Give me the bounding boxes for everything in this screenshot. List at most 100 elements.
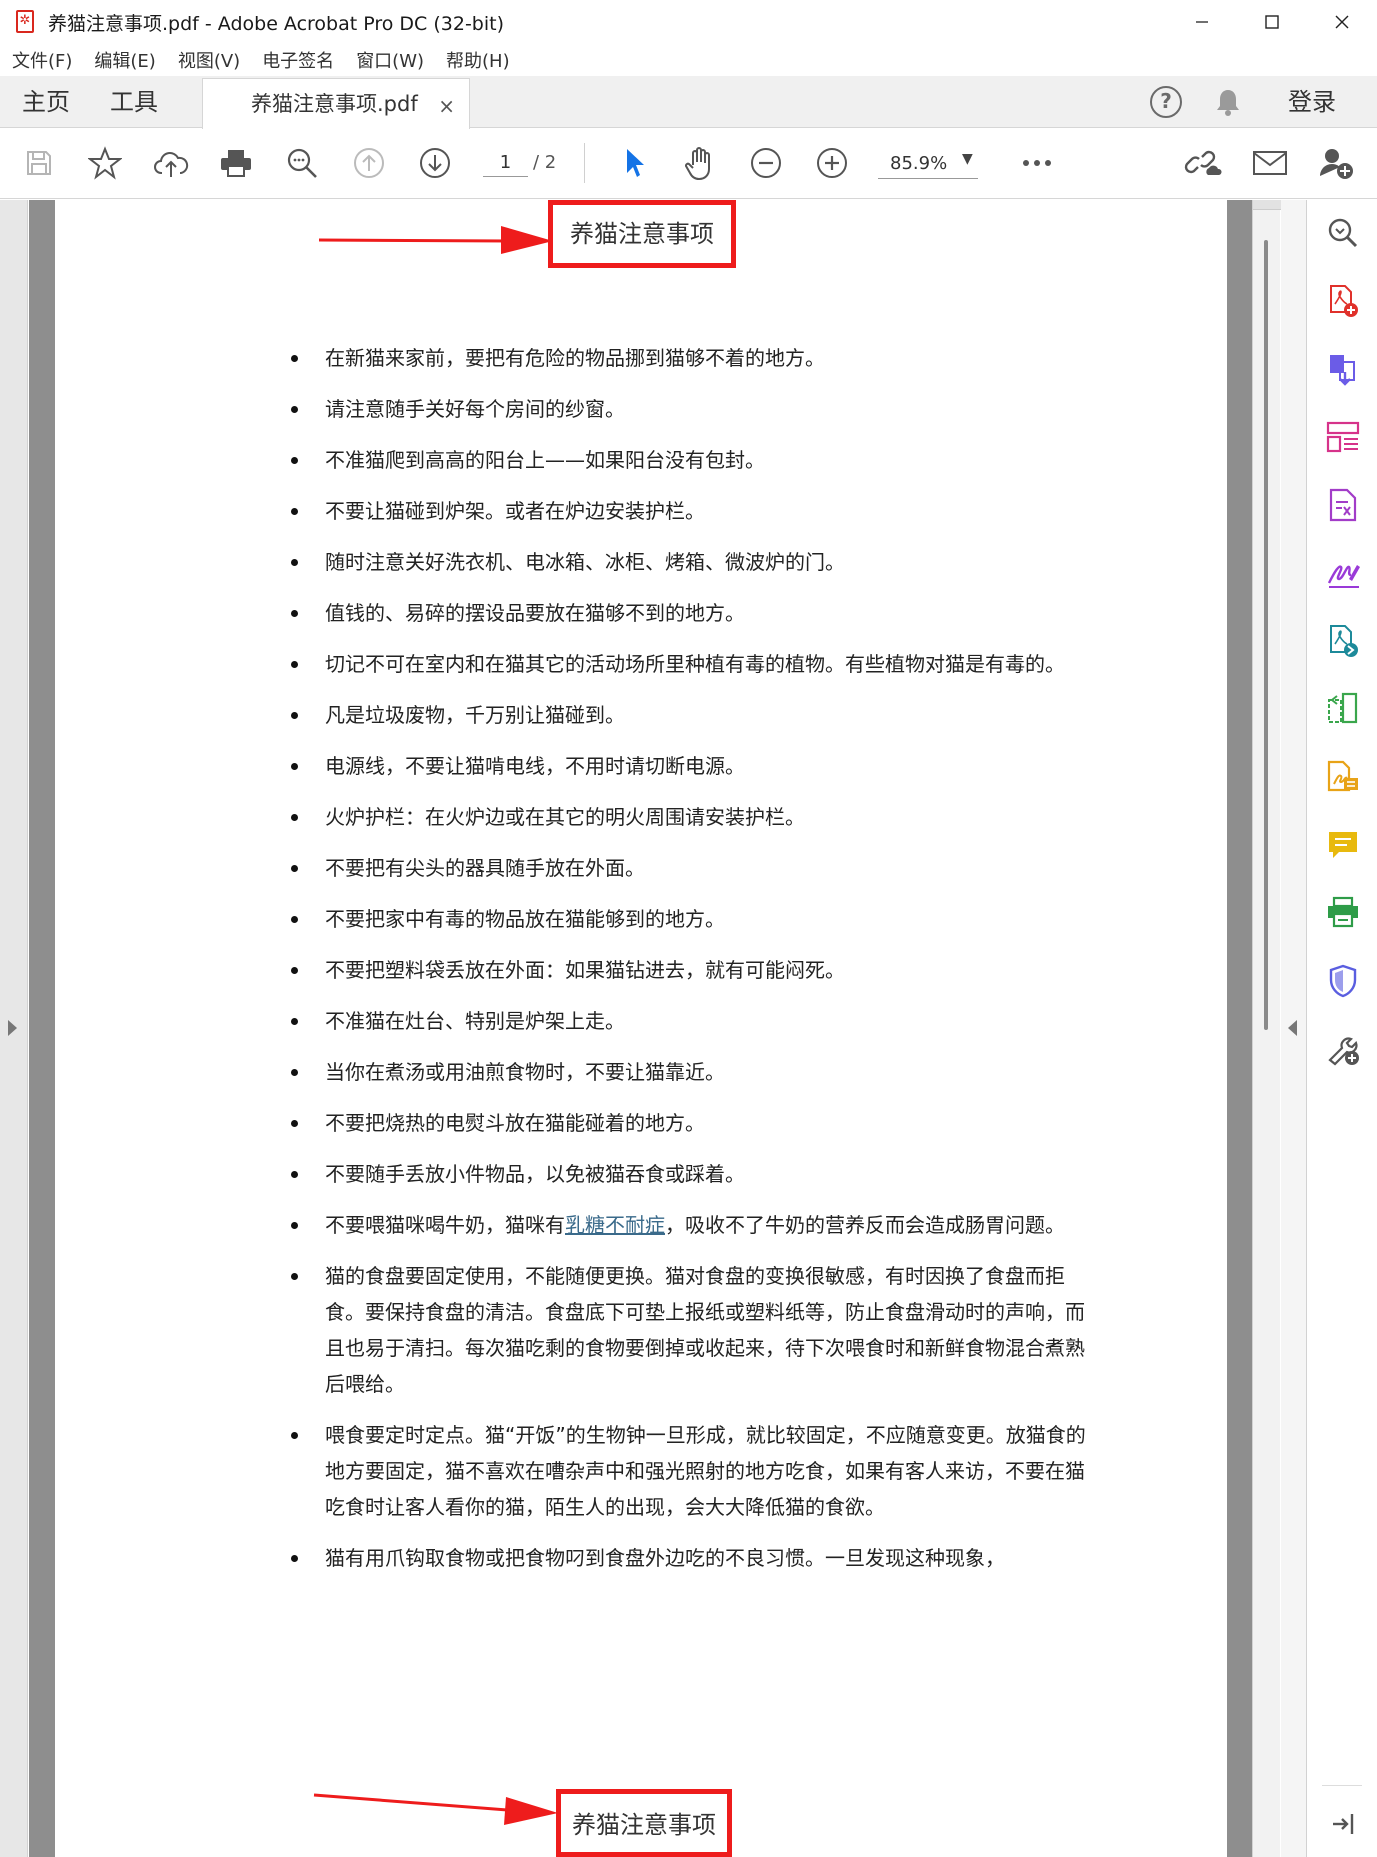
more-options-icon[interactable] — [1017, 143, 1057, 183]
share-link-icon[interactable] — [1183, 143, 1223, 183]
bookmark-star-icon[interactable] — [85, 143, 125, 183]
list-item: 不要把家中有毒的物品放在猫能够到的地方。 — [291, 901, 1095, 937]
list-item: 不要随手丢放小件物品，以免被猫吞食或踩着。 — [291, 1156, 1095, 1192]
menu-edit[interactable]: 编辑(E) — [94, 47, 155, 73]
list-item: 不要把塑料袋丢放在外面：如果猫钻进去，就有可能闷死。 — [291, 952, 1095, 988]
minimize-icon — [1196, 21, 1208, 23]
close-window-button[interactable] — [1307, 0, 1377, 44]
create-pdf-icon[interactable] — [1324, 282, 1362, 320]
red-arrow-annotation — [318, 226, 553, 254]
window-title: 养猫注意事项.pdf - Adobe Acrobat Pro DC (32-bi… — [48, 12, 505, 35]
tab-document[interactable]: 养猫注意事项.pdf × — [202, 78, 470, 129]
tab-document-label: 养猫注意事项.pdf — [251, 92, 418, 116]
tab-home[interactable]: 主页 — [22, 76, 70, 128]
list-item: 不要把烧热的电熨斗放在猫能碰着的地方。 — [291, 1105, 1095, 1141]
zoom-search-icon[interactable] — [1324, 214, 1362, 252]
notification-bell-icon[interactable] — [1212, 86, 1244, 118]
page-number-input[interactable]: 1 — [483, 149, 528, 177]
pdf-page: 养猫注意事项 在新猫来家前，要把有危险的物品挪到猫够不着的地方。 请注意随手关好… — [55, 200, 1227, 1857]
select-cursor-icon[interactable] — [614, 143, 654, 183]
list-item-text: ，吸收不了牛奶的营养反而会造成肠胃问题。 — [665, 1213, 1065, 1237]
print-production-icon[interactable] — [1324, 894, 1362, 932]
edit-pdf-icon[interactable] — [1324, 486, 1362, 524]
menu-window[interactable]: 窗口(W) — [356, 47, 424, 73]
menu-help[interactable]: 帮助(H) — [446, 47, 510, 73]
list-item: 火炉护栏：在火炉边或在其它的明火周围请安装护栏。 — [291, 799, 1095, 835]
list-item: 不准猫爬到高高的阳台上——如果阳台没有包封。 — [291, 442, 1095, 478]
next-page-icon[interactable] — [415, 143, 455, 183]
acrobat-app-icon: ✲ — [14, 9, 36, 35]
list-item: 电源线，不要让猫啃电线，不用时请切断电源。 — [291, 748, 1095, 784]
protect-icon[interactable] — [1324, 962, 1362, 1000]
scrollbar-top — [1253, 200, 1281, 210]
toolbar-divider — [584, 143, 585, 183]
tab-close-icon[interactable]: × — [438, 94, 455, 118]
vertical-scrollbar[interactable] — [1252, 200, 1281, 1857]
right-panel-collapse[interactable] — [1281, 200, 1307, 1857]
bullet-list: 在新猫来家前，要把有危险的物品挪到猫够不着的地方。 请注意随手关好每个房间的纱窗… — [291, 340, 1095, 1591]
menu-view[interactable]: 视图(V) — [178, 47, 240, 73]
list-item: 喂食要定时定点。猫“开饭”的生物钟一旦形成，就比较固定，不应随意变更。放猫食的地… — [291, 1417, 1095, 1525]
document-viewport[interactable]: 养猫注意事项 在新猫来家前，要把有危险的物品挪到猫够不着的地方。 请注意随手关好… — [29, 200, 1280, 1857]
document-title: 养猫注意事项 — [548, 200, 736, 268]
request-signature-icon[interactable] — [1324, 758, 1362, 796]
save-icon[interactable] — [19, 143, 59, 183]
tab-bar: 主页 工具 养猫注意事项.pdf × ? 登录 — [0, 76, 1377, 129]
list-item: 当你在煮汤或用油煎食物时，不要让猫靠近。 — [291, 1054, 1095, 1090]
list-item: 不要喂猫咪喝牛奶，猫咪有乳糖不耐症，吸收不了牛奶的营养反而会造成肠胃问题。 — [291, 1207, 1095, 1243]
list-item: 猫的食盘要固定使用，不能随便更换。猫对食盘的变换很敏感，有时因换了食盘而拒食。要… — [291, 1258, 1095, 1402]
menu-file[interactable]: 文件(F) — [12, 47, 72, 73]
export-pdf-icon[interactable] — [1324, 622, 1362, 660]
compare-files-icon[interactable] — [1324, 690, 1362, 728]
list-item: 切记不可在室内和在猫其它的活动场所里种植有毒的植物。有些植物对猫是有毒的。 — [291, 646, 1095, 682]
comment-icon[interactable] — [1324, 826, 1362, 864]
previous-page-icon[interactable] — [349, 143, 389, 183]
upload-cloud-icon[interactable] — [151, 143, 191, 183]
expand-panel-icon[interactable] — [1324, 1805, 1362, 1843]
list-item: 不要让猫碰到炉架。或者在炉边安装护栏。 — [291, 493, 1095, 529]
more-tools-icon[interactable] — [1324, 1030, 1362, 1068]
help-icon[interactable]: ? — [1150, 86, 1182, 118]
search-zoom-icon[interactable] — [282, 143, 322, 183]
organize-pages-icon[interactable] — [1324, 418, 1362, 456]
red-arrow-annotation — [313, 1793, 558, 1825]
list-item: 不要把有尖头的器具随手放在外面。 — [291, 850, 1095, 886]
zoom-out-icon[interactable] — [746, 143, 786, 183]
window-controls — [1167, 0, 1377, 44]
menu-esign[interactable]: 电子签名 — [262, 47, 334, 73]
expand-left-icon — [8, 1020, 17, 1036]
email-icon[interactable] — [1250, 143, 1290, 183]
tab-tools[interactable]: 工具 — [110, 76, 158, 128]
hand-tool-icon[interactable] — [680, 143, 720, 183]
fill-sign-icon[interactable] — [1324, 554, 1362, 592]
title-bar: ✲ 养猫注意事项.pdf - Adobe Acrobat Pro DC (32-… — [0, 0, 1377, 44]
lactose-intolerance-link[interactable]: 乳糖不耐症 — [565, 1213, 665, 1237]
main-toolbar: 1 / 2 85.9% ▼ — [0, 129, 1377, 199]
add-user-icon[interactable] — [1316, 143, 1356, 183]
list-item: 猫有用爪钩取食物或把食物叼到食盘外边吃的不良习惯。一旦发现这种现象， — [291, 1540, 1095, 1576]
tools-pane — [1308, 200, 1377, 1857]
zoom-in-icon[interactable] — [812, 143, 852, 183]
panel-divider — [1322, 1785, 1362, 1786]
maximize-icon — [1265, 15, 1279, 29]
print-icon[interactable] — [216, 143, 256, 183]
left-panel-toggle[interactable] — [0, 200, 28, 1857]
chevron-down-icon[interactable]: ▼ — [962, 151, 973, 167]
list-item: 凡是垃圾废物，千万别让猫碰到。 — [291, 697, 1095, 733]
combine-files-icon[interactable] — [1324, 350, 1362, 388]
menu-bar: 文件(F) 编辑(E) 视图(V) 电子签名 窗口(W) 帮助(H) — [0, 44, 1377, 76]
page-total: / 2 — [533, 152, 557, 173]
list-item: 不准猫在灶台、特别是炉架上走。 — [291, 1003, 1095, 1039]
list-item: 随时注意关好洗衣机、电冰箱、冰柜、烤箱、微波炉的门。 — [291, 544, 1095, 580]
minimize-button[interactable] — [1167, 0, 1237, 44]
close-icon — [1335, 15, 1349, 29]
footer-title: 养猫注意事项 — [556, 1789, 732, 1857]
list-item-text: 不要喂猫咪喝牛奶，猫咪有 — [325, 1213, 565, 1237]
scrollbar-thumb[interactable] — [1264, 240, 1268, 1030]
sign-in-button[interactable]: 登录 — [1288, 76, 1336, 128]
maximize-button[interactable] — [1237, 0, 1307, 44]
list-item: 请注意随手关好每个房间的纱窗。 — [291, 391, 1095, 427]
list-item: 在新猫来家前，要把有危险的物品挪到猫够不着的地方。 — [291, 340, 1095, 376]
list-item: 值钱的、易碎的摆设品要放在猫够不到的地方。 — [291, 595, 1095, 631]
collapse-right-icon — [1288, 1020, 1297, 1036]
